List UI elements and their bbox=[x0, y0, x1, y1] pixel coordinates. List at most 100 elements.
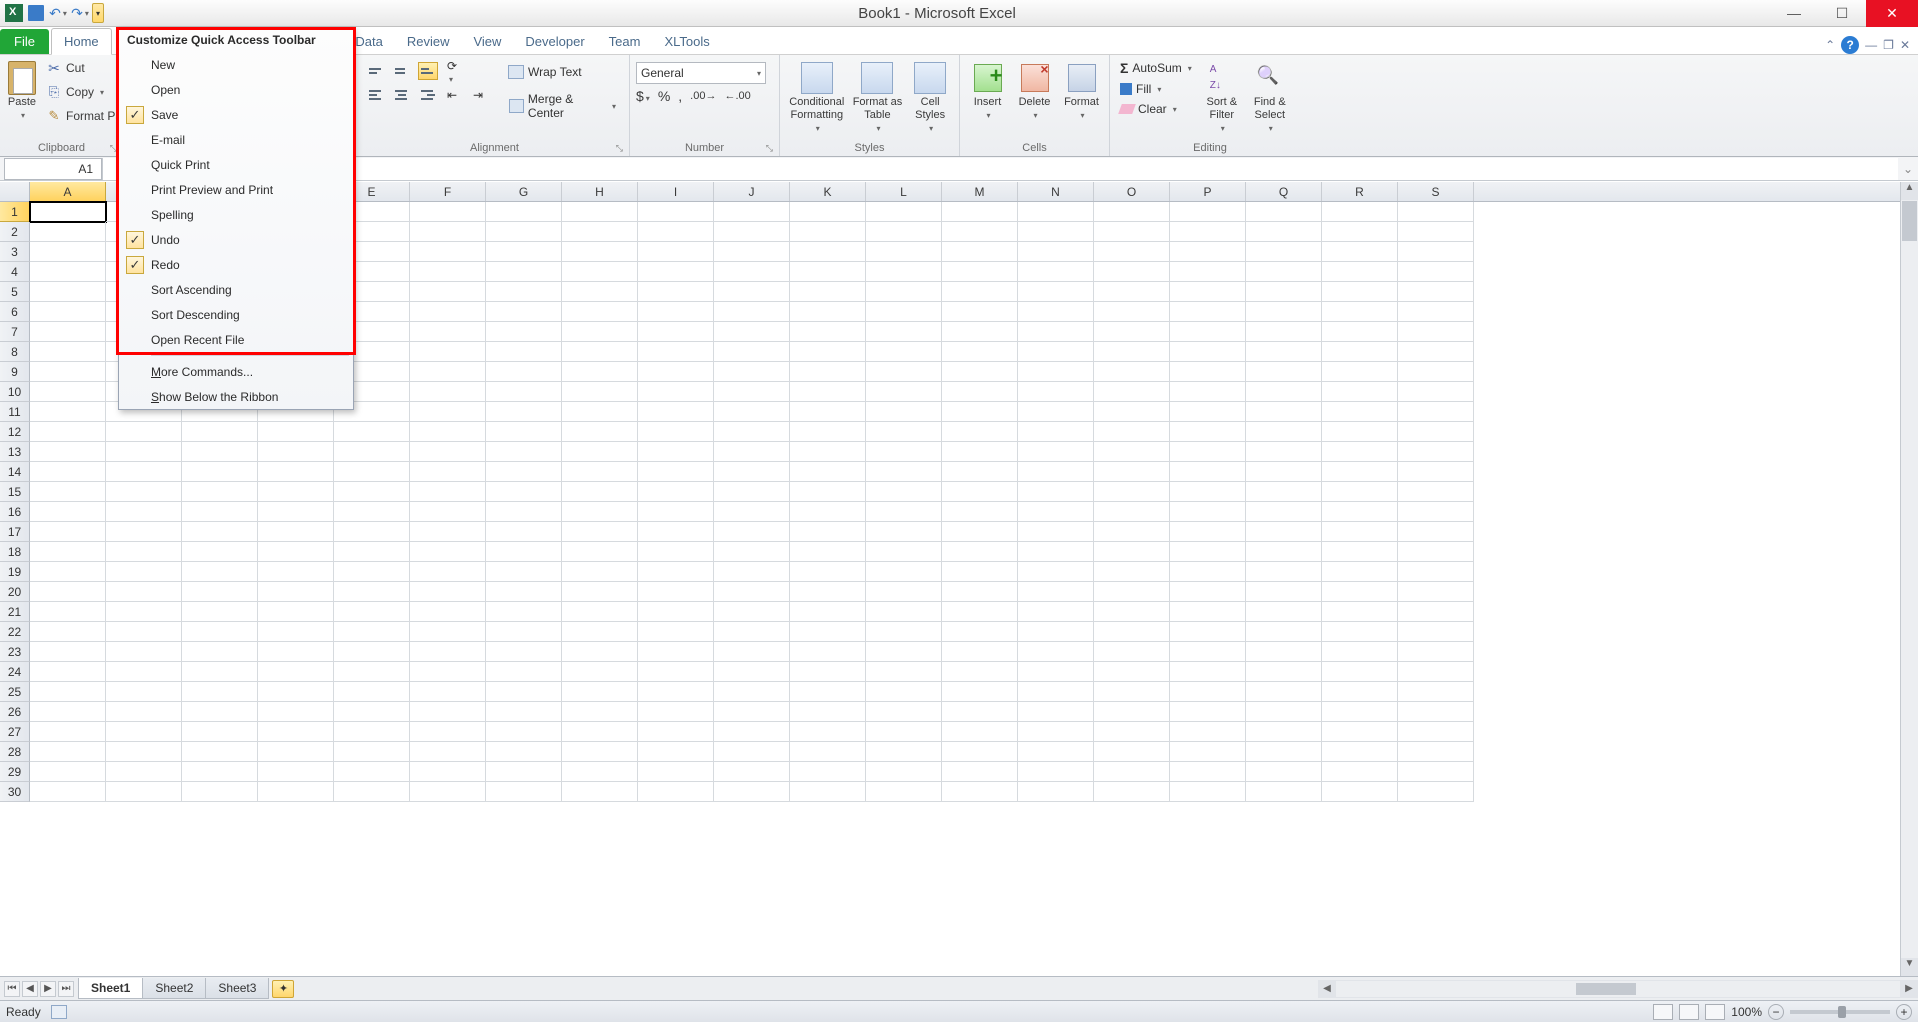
row-header[interactable]: 14 bbox=[0, 462, 30, 482]
cell[interactable] bbox=[1094, 402, 1170, 422]
cell[interactable] bbox=[866, 322, 942, 342]
cell[interactable] bbox=[1398, 342, 1474, 362]
tab-developer[interactable]: Developer bbox=[513, 29, 596, 54]
cell[interactable] bbox=[1322, 362, 1398, 382]
cell[interactable] bbox=[1398, 322, 1474, 342]
cell[interactable] bbox=[714, 522, 790, 542]
increase-decimal-button[interactable]: .00→ bbox=[690, 90, 716, 102]
cell[interactable] bbox=[1322, 342, 1398, 362]
cell[interactable] bbox=[410, 242, 486, 262]
file-tab[interactable]: File bbox=[0, 29, 49, 54]
cell[interactable] bbox=[790, 462, 866, 482]
cell[interactable] bbox=[1018, 442, 1094, 462]
cell[interactable] bbox=[258, 742, 334, 762]
cell[interactable] bbox=[1170, 642, 1246, 662]
cell[interactable] bbox=[1398, 242, 1474, 262]
cell[interactable] bbox=[182, 462, 258, 482]
cell[interactable] bbox=[562, 742, 638, 762]
cell[interactable] bbox=[1246, 762, 1322, 782]
cell[interactable] bbox=[410, 282, 486, 302]
cell[interactable] bbox=[1246, 562, 1322, 582]
cell[interactable] bbox=[714, 322, 790, 342]
cell[interactable] bbox=[562, 322, 638, 342]
cell[interactable] bbox=[1170, 702, 1246, 722]
cell[interactable] bbox=[182, 662, 258, 682]
cell[interactable] bbox=[486, 402, 562, 422]
cell[interactable] bbox=[1170, 482, 1246, 502]
cell[interactable] bbox=[562, 502, 638, 522]
cell[interactable] bbox=[714, 462, 790, 482]
cell[interactable] bbox=[866, 342, 942, 362]
cell[interactable] bbox=[942, 402, 1018, 422]
cell[interactable] bbox=[106, 562, 182, 582]
cell[interactable] bbox=[410, 202, 486, 222]
cell[interactable] bbox=[182, 502, 258, 522]
formula-bar-expand-icon[interactable]: ⌄ bbox=[1898, 162, 1918, 176]
cell[interactable] bbox=[942, 322, 1018, 342]
cell[interactable] bbox=[1398, 782, 1474, 802]
workbook-restore-icon[interactable]: ❐ bbox=[1883, 38, 1894, 52]
row-header[interactable]: 26 bbox=[0, 702, 30, 722]
cell[interactable] bbox=[1018, 542, 1094, 562]
cell[interactable] bbox=[562, 402, 638, 422]
cell[interactable] bbox=[638, 342, 714, 362]
workbook-minimize-icon[interactable]: — bbox=[1865, 38, 1877, 52]
cell[interactable] bbox=[638, 522, 714, 542]
cell[interactable] bbox=[714, 302, 790, 322]
cell[interactable] bbox=[1398, 542, 1474, 562]
cell[interactable] bbox=[866, 582, 942, 602]
clear-button[interactable]: Clear▾ bbox=[1116, 100, 1196, 118]
cell[interactable] bbox=[258, 422, 334, 442]
formula-bar[interactable] bbox=[102, 158, 1898, 180]
cell[interactable] bbox=[790, 202, 866, 222]
cell[interactable] bbox=[942, 302, 1018, 322]
cell[interactable] bbox=[334, 782, 410, 802]
tab-view[interactable]: View bbox=[461, 29, 513, 54]
cell[interactable] bbox=[638, 722, 714, 742]
cell[interactable] bbox=[866, 462, 942, 482]
cell[interactable] bbox=[410, 642, 486, 662]
normal-view-button[interactable] bbox=[1653, 1004, 1673, 1020]
cell[interactable] bbox=[258, 782, 334, 802]
cell[interactable] bbox=[790, 222, 866, 242]
cell[interactable] bbox=[106, 782, 182, 802]
cell[interactable] bbox=[258, 462, 334, 482]
cell[interactable] bbox=[410, 302, 486, 322]
cell-styles-button[interactable]: Cell Styles▾ bbox=[907, 58, 953, 134]
cell[interactable] bbox=[334, 442, 410, 462]
cell[interactable] bbox=[790, 662, 866, 682]
cell[interactable] bbox=[486, 322, 562, 342]
cell[interactable] bbox=[486, 482, 562, 502]
cell[interactable] bbox=[562, 482, 638, 502]
cell[interactable] bbox=[1398, 722, 1474, 742]
cell[interactable] bbox=[30, 562, 106, 582]
cell[interactable] bbox=[1018, 502, 1094, 522]
qat-menu-item[interactable]: E-mail bbox=[119, 127, 353, 152]
cell[interactable] bbox=[866, 222, 942, 242]
cell[interactable] bbox=[942, 582, 1018, 602]
cell[interactable] bbox=[410, 422, 486, 442]
cell[interactable] bbox=[182, 422, 258, 442]
cell[interactable] bbox=[106, 622, 182, 642]
cell[interactable] bbox=[1018, 202, 1094, 222]
cell[interactable] bbox=[1398, 422, 1474, 442]
cell[interactable] bbox=[182, 482, 258, 502]
cell[interactable] bbox=[562, 662, 638, 682]
workbook-close-icon[interactable]: ✕ bbox=[1900, 38, 1910, 52]
cell[interactable] bbox=[638, 462, 714, 482]
close-button[interactable]: ✕ bbox=[1866, 0, 1918, 27]
cell[interactable] bbox=[638, 302, 714, 322]
cell[interactable] bbox=[410, 262, 486, 282]
cell[interactable] bbox=[1322, 782, 1398, 802]
cell[interactable] bbox=[182, 742, 258, 762]
cell[interactable] bbox=[1246, 782, 1322, 802]
cell[interactable] bbox=[182, 522, 258, 542]
cell[interactable] bbox=[1094, 262, 1170, 282]
row-header[interactable]: 1 bbox=[0, 202, 30, 222]
hscroll-thumb[interactable] bbox=[1576, 983, 1636, 995]
cell[interactable] bbox=[486, 722, 562, 742]
maximize-button[interactable]: ☐ bbox=[1818, 0, 1866, 27]
cell[interactable] bbox=[1018, 362, 1094, 382]
new-sheet-button[interactable]: ✦ bbox=[272, 980, 294, 998]
cell[interactable] bbox=[942, 382, 1018, 402]
